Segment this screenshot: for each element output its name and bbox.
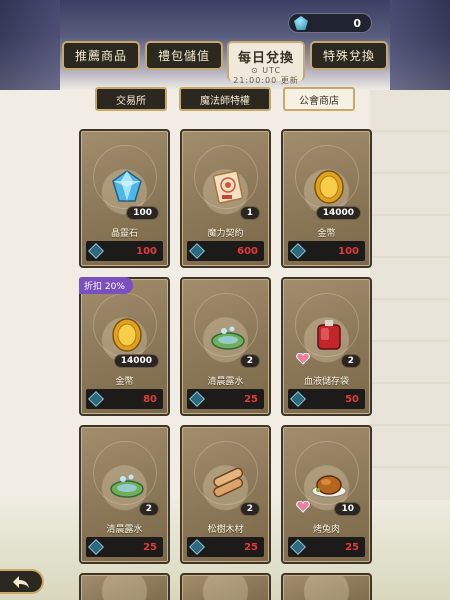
tab-recommended[interactable]: 推薦商品 (62, 41, 140, 70)
currency-value: 0 (353, 16, 361, 30)
item-quantity: 1 (239, 206, 260, 220)
wood-log-icon (213, 467, 244, 498)
item-quantity: 2 (138, 502, 159, 516)
refresh-timezone: ⊙ UTC (250, 66, 282, 75)
price-bar: 25 (187, 389, 264, 409)
subtab-label: 魔法師特權 (200, 95, 250, 107)
subtab-exchange[interactable]: 交易所 (95, 87, 167, 111)
subtab-guild-shop[interactable]: 公會商店 (283, 87, 355, 111)
item-name: 晶靈石 (110, 229, 138, 239)
tab-label: 禮包儲值 (157, 49, 210, 63)
tab-daily-exchange[interactable]: 每日兌換 ⊙ UTC 21:00:00 更新 (227, 41, 305, 85)
guild-token-icon (189, 539, 205, 555)
item-price: 25 (143, 541, 157, 553)
item-name: 魔力契約 (207, 229, 244, 239)
discount-badge: 折扣 20% (79, 277, 133, 294)
guild-token-icon (189, 243, 205, 259)
shop-item-card[interactable]: 2 清晨露水 25 (180, 277, 271, 416)
shop-item-card[interactable]: 100 晶靈石 100 (79, 129, 170, 268)
subtab-mage-privilege[interactable]: 魔法師特權 (179, 87, 271, 111)
shop-item-card[interactable]: 2 清晨露水 25 (79, 425, 170, 564)
shop-item-card[interactable]: 2 松樹木材 25 (180, 425, 271, 564)
refresh-time: 21:00:00 更新 (233, 76, 299, 85)
guild-token-icon (88, 243, 104, 259)
item-name: 金幣 (317, 229, 336, 239)
curtain-left (0, 0, 60, 90)
heart-icon (296, 501, 310, 513)
price-bar: 100 (86, 241, 163, 261)
back-arrow-icon (13, 575, 29, 588)
subtab-label: 公會商店 (299, 95, 339, 107)
dew-leaf-icon (211, 326, 245, 350)
item-name: 清晨露水 (207, 377, 244, 387)
shop-item-card-partial[interactable] (281, 573, 372, 600)
crystal-icon (112, 170, 142, 202)
tab-label: 特殊兌換 (322, 49, 375, 63)
dew-leaf-icon (110, 474, 144, 498)
gem-icon (294, 16, 308, 30)
price-bar: 80 (86, 389, 163, 409)
price-bar: 25 (86, 537, 163, 557)
scroll-icon (212, 170, 244, 204)
item-name: 松樹木材 (207, 525, 244, 535)
price-bar: 25 (288, 537, 365, 557)
guild-token-icon (290, 391, 306, 407)
item-name: 血液儲存袋 (303, 377, 349, 387)
guild-token-icon (88, 391, 104, 407)
item-price: 80 (143, 393, 157, 405)
item-name: 清晨露水 (106, 525, 143, 535)
guild-token-icon (88, 539, 104, 555)
shop-item-card[interactable]: 2 血液儲存袋 50 (281, 277, 372, 416)
heart-icon (296, 353, 310, 365)
item-price: 600 (237, 245, 258, 257)
shop-item-card[interactable]: 1 魔力契約 600 (180, 129, 271, 268)
curtain-right (390, 0, 450, 90)
item-quantity: 10 (334, 502, 361, 516)
item-quantity: 14000 (315, 206, 361, 220)
price-bar: 25 (187, 537, 264, 557)
item-price: 100 (136, 245, 157, 257)
tab-label: 每日兌換 (237, 51, 294, 66)
currency-display[interactable]: 0 (288, 13, 372, 33)
shop-item-card[interactable]: 14000 金幣 100 (281, 129, 372, 268)
tab-packages[interactable]: 禮包儲值 (145, 41, 223, 70)
gold-coin-icon (112, 318, 142, 352)
tab-special-exchange[interactable]: 特殊兌換 (310, 41, 388, 70)
guild-token-icon (290, 243, 306, 259)
guild-token-icon (189, 391, 205, 407)
shop-item-card-partial[interactable] (79, 573, 170, 600)
gold-coin-icon (314, 170, 344, 204)
subtab-label: 交易所 (116, 95, 146, 107)
back-button[interactable] (0, 569, 44, 594)
item-quantity: 2 (340, 354, 361, 368)
item-quantity: 100 (126, 206, 159, 220)
item-quantity: 2 (239, 502, 260, 516)
item-price: 100 (338, 245, 359, 257)
item-quantity: 2 (239, 354, 260, 368)
item-price: 25 (244, 393, 258, 405)
bookshelf-background (370, 90, 450, 510)
tab-label: 推薦商品 (74, 49, 127, 63)
item-price: 25 (244, 541, 258, 553)
item-price: 50 (345, 393, 359, 405)
shop-item-card[interactable]: 折扣 20% 14000 金幣 80 (79, 277, 170, 416)
item-name: 烤兔肉 (312, 525, 340, 535)
price-bar: 50 (288, 389, 365, 409)
item-price: 25 (345, 541, 359, 553)
roast-meat-icon (311, 475, 347, 498)
price-bar: 100 (288, 241, 365, 261)
price-bar: 600 (187, 241, 264, 261)
shop-item-card-partial[interactable] (180, 573, 271, 600)
item-name: 金幣 (115, 377, 134, 387)
guild-token-icon (290, 539, 306, 555)
blood-bag-icon (317, 320, 341, 350)
item-quantity: 14000 (113, 354, 159, 368)
shop-item-card[interactable]: 10 烤兔肉 25 (281, 425, 372, 564)
